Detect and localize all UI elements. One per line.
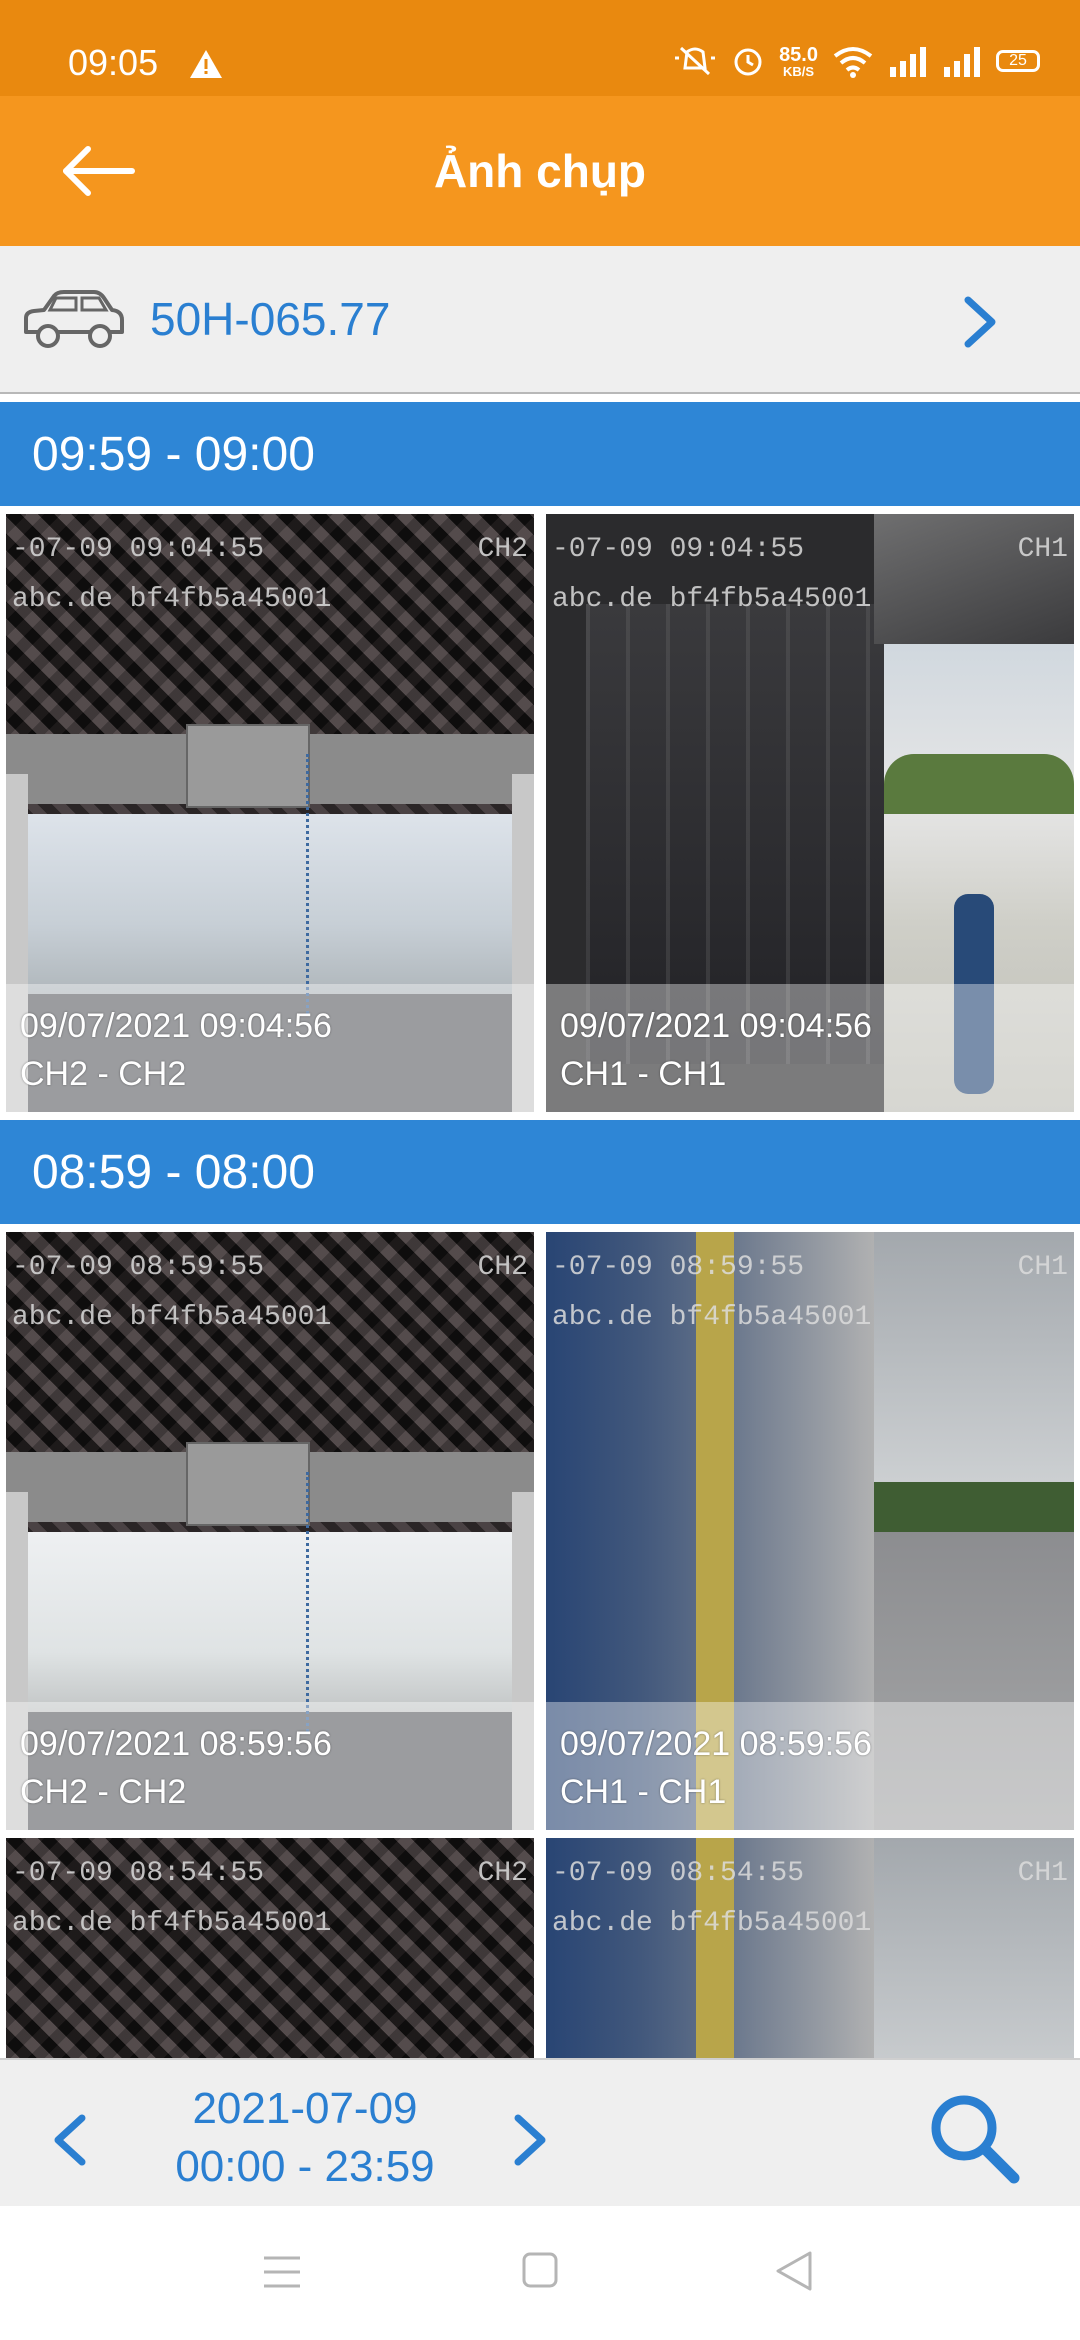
date-range-picker[interactable]: 2021-07-09 00:00 - 23:59 — [140, 2080, 470, 2196]
date-filter-bar: 2021-07-09 00:00 - 23:59 — [0, 2058, 1080, 2206]
chevron-right-icon[interactable] — [960, 294, 1000, 350]
photo-overlay-channel: CH1 — [1017, 1252, 1068, 1283]
photo-channel: CH1 - CH1 — [560, 1773, 727, 1811]
car-icon — [24, 290, 124, 348]
photo-overlay-id: abc.de bf4fb5a45001 — [552, 1302, 872, 1333]
speed-value: 85.0 — [779, 43, 818, 66]
photo-channel: CH2 - CH2 — [20, 1055, 187, 1093]
vehicle-plate: 50H-065.77 — [150, 293, 391, 345]
photo-thumbnail[interactable]: -07-09 08:54:55 abc.de bf4fb5a45001 CH2 — [6, 1838, 534, 2058]
warning-icon — [190, 50, 222, 78]
photo-thumbnail[interactable]: -07-09 09:04:55 abc.de bf4fb5a45001 CH1 … — [546, 514, 1074, 1112]
signal-icon — [944, 47, 980, 77]
photo-timestamp: 09/07/2021 08:59:56 — [20, 1725, 332, 1763]
chevron-left-icon[interactable] — [50, 2110, 90, 2170]
photo-overlay-date: -07-09 08:59:55 — [12, 1252, 265, 1283]
mute-icon — [675, 46, 716, 76]
photo-overlay-channel: CH2 — [477, 1858, 528, 1889]
photo-timestamp: 09/07/2021 09:04:56 — [560, 1007, 872, 1045]
signal-icon — [890, 47, 926, 77]
photo-overlay-date: -07-09 08:54:55 — [12, 1858, 265, 1889]
status-icons: 85.0 KB/S 25 — [673, 44, 1040, 78]
search-icon[interactable] — [924, 2088, 1024, 2188]
section-header: 08:59 - 08:00 — [0, 1120, 1080, 1224]
nav-home-icon[interactable] — [522, 2252, 558, 2288]
status-bar: 09:05 85.0 KB/S 25 — [0, 0, 1080, 96]
vehicle-selector[interactable]: 50H-065.77 — [0, 246, 1080, 394]
photo-channel: CH1 - CH1 — [560, 1055, 727, 1093]
photo-overlay-date: -07-09 09:04:55 — [552, 534, 805, 565]
photo-grid: -07-09 09:04:55 abc.de bf4fb5a45001 CH2 … — [0, 506, 1080, 1120]
photo-grid: -07-09 08:59:55 abc.de bf4fb5a45001 CH2 … — [0, 1224, 1080, 1838]
photo-overlay-date: -07-09 08:59:55 — [552, 1252, 805, 1283]
chevron-right-icon[interactable] — [510, 2110, 550, 2170]
photo-thumbnail[interactable]: -07-09 09:04:55 abc.de bf4fb5a45001 CH2 … — [6, 514, 534, 1112]
photo-timestamp: 09/07/2021 09:04:56 — [20, 1007, 332, 1045]
photo-overlay-date: -07-09 08:54:55 — [552, 1858, 805, 1889]
system-nav-bar — [0, 2206, 1080, 2340]
photo-thumbnail[interactable]: -07-09 08:59:55 abc.de bf4fb5a45001 CH2 … — [6, 1232, 534, 1830]
photo-thumbnail[interactable]: -07-09 08:59:55 abc.de bf4fb5a45001 CH1 … — [546, 1232, 1074, 1830]
status-time: 09:05 — [68, 42, 159, 83]
photo-overlay-channel: CH1 — [1017, 534, 1068, 565]
page-title: Ảnh chụp — [433, 145, 647, 197]
network-speed: 85.0 KB/S — [779, 45, 818, 78]
photo-thumbnail[interactable]: -07-09 08:54:55 abc.de bf4fb5a45001 CH1 — [546, 1838, 1074, 2058]
photo-overlay-channel: CH2 — [477, 534, 528, 565]
alarm-icon — [734, 48, 762, 76]
speed-unit: KB/S — [783, 63, 815, 79]
battery-icon: 25 — [996, 50, 1040, 72]
wifi-icon — [833, 47, 873, 78]
photo-list[interactable]: 09:59 - 09:00 -07-09 09:04:55 abc.de bf4… — [0, 402, 1080, 2058]
photo-caption: 09/07/2021 09:04:56 CH1 - CH1 — [546, 984, 1074, 1112]
app-bar: Ảnh chụp — [0, 96, 1080, 246]
nav-back-icon[interactable] — [774, 2250, 814, 2292]
photo-caption: 09/07/2021 09:04:56 CH2 - CH2 — [6, 984, 534, 1112]
photo-overlay-id: abc.de bf4fb5a45001 — [12, 1908, 332, 1939]
photo-channel: CH2 - CH2 — [20, 1773, 187, 1811]
photo-grid: -07-09 08:54:55 abc.de bf4fb5a45001 CH2 … — [0, 1838, 1080, 2058]
photo-overlay-id: abc.de bf4fb5a45001 — [552, 584, 872, 615]
selected-time-range: 00:00 - 23:59 — [175, 2142, 435, 2191]
photo-overlay-id: abc.de bf4fb5a45001 — [552, 1908, 872, 1939]
nav-menu-icon[interactable] — [262, 2254, 302, 2290]
photo-caption: 09/07/2021 08:59:56 CH2 - CH2 — [6, 1702, 534, 1830]
section-header: 09:59 - 09:00 — [0, 402, 1080, 506]
photo-overlay-id: abc.de bf4fb5a45001 — [12, 584, 332, 615]
photo-caption: 09/07/2021 08:59:56 CH1 - CH1 — [546, 1702, 1074, 1830]
photo-timestamp: 09/07/2021 08:59:56 — [560, 1725, 872, 1763]
photo-overlay-id: abc.de bf4fb5a45001 — [12, 1302, 332, 1333]
photo-overlay-date: -07-09 09:04:55 — [12, 534, 265, 565]
photo-overlay-channel: CH1 — [1017, 1858, 1068, 1889]
selected-date: 2021-07-09 — [192, 2084, 418, 2133]
photo-overlay-channel: CH2 — [477, 1252, 528, 1283]
